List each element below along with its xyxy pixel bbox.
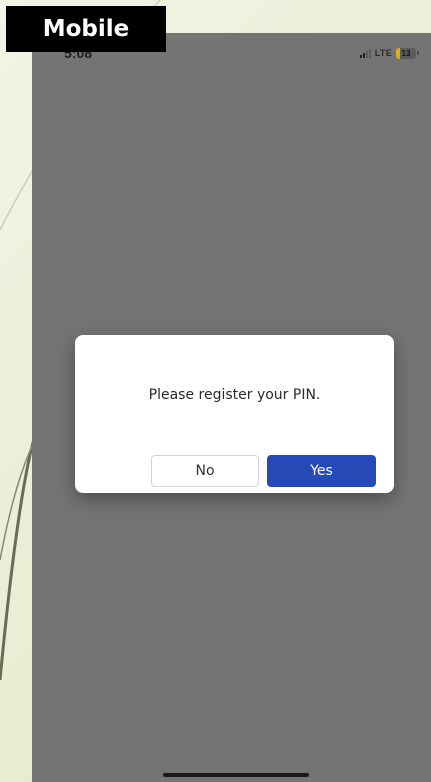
battery-level-fill [396,47,400,59]
yes-button[interactable]: Yes [267,455,376,487]
signal-icon [359,48,371,58]
network-type-label: LTE [374,48,392,58]
no-button[interactable]: No [151,455,259,487]
battery-tip [417,51,419,55]
phone-screenshot: 5:08 LTE 13 Please register your PIN. No… [32,33,431,782]
home-indicator[interactable] [163,773,309,777]
battery-percentage: 13 [401,48,411,58]
dialog-message: Please register your PIN. [148,387,321,403]
slide-title-label: Mobile [6,6,166,52]
battery-icon: 13 [396,47,416,59]
status-indicators: LTE 13 [359,47,419,59]
pin-register-dialog: Please register your PIN. No Yes [75,335,394,493]
